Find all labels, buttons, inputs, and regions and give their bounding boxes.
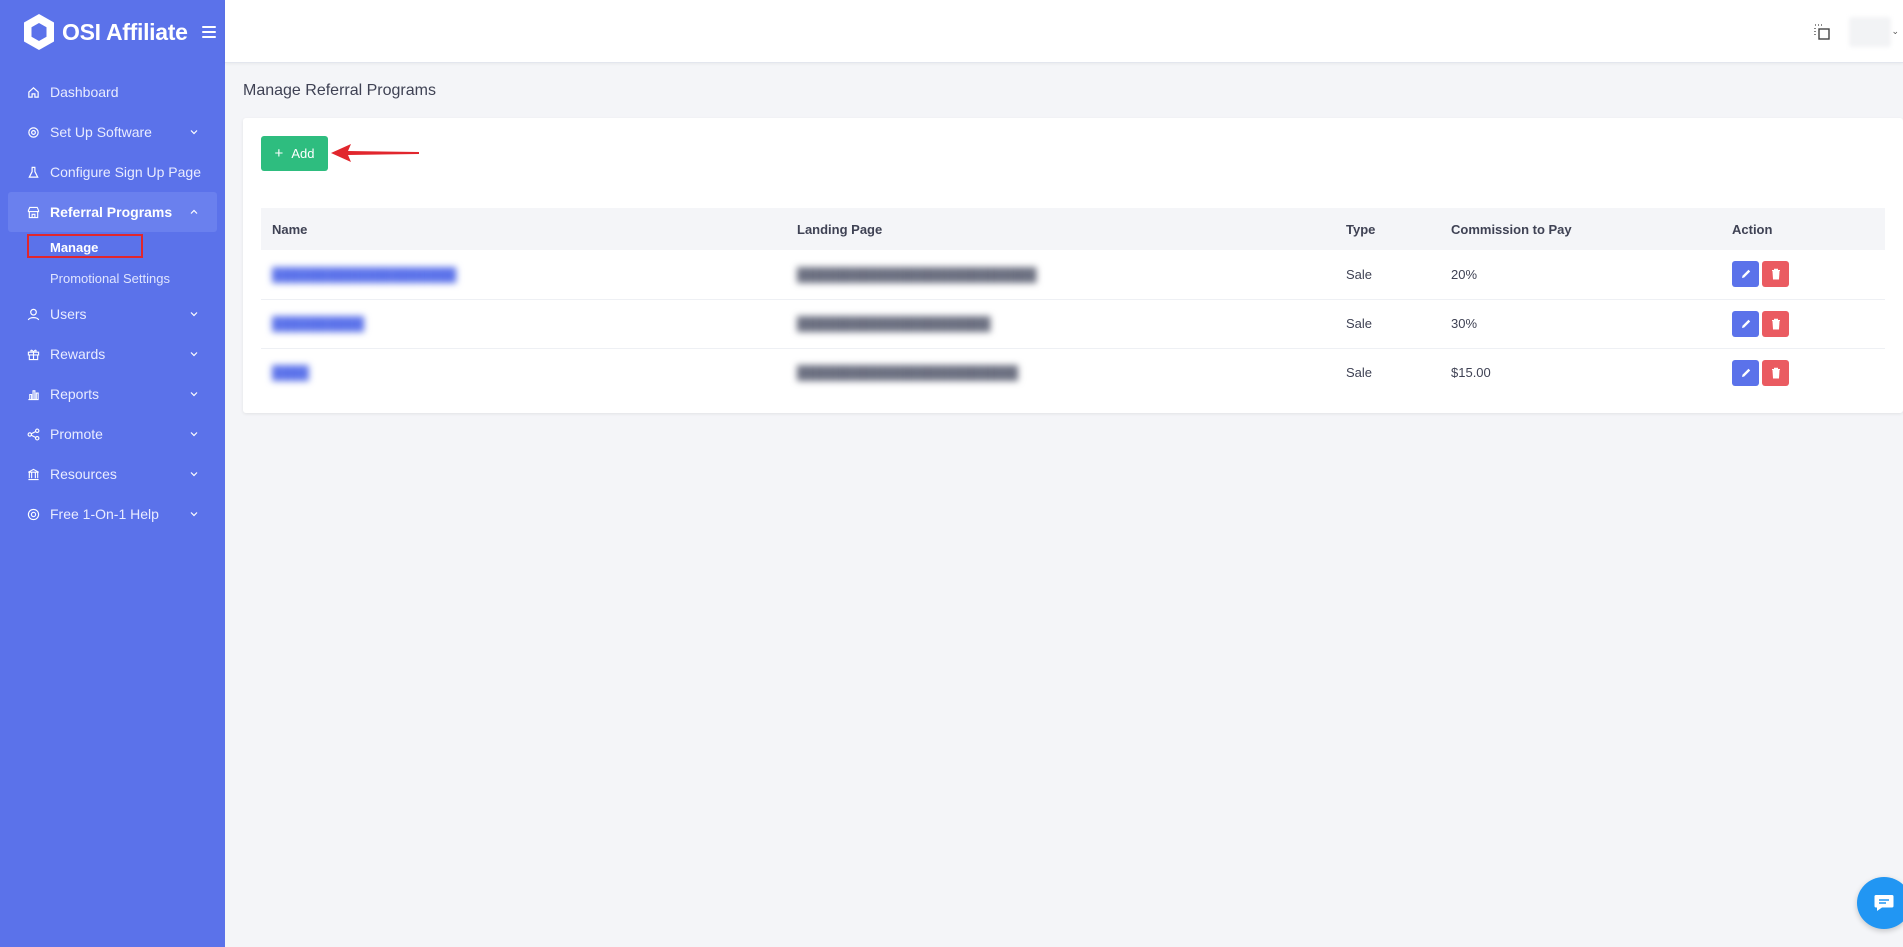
sidebar-item-label: Reports <box>50 386 100 402</box>
app-name: OSI Affiliate <box>62 18 188 45</box>
edit-button[interactable] <box>1732 310 1759 337</box>
pencil-icon <box>1741 319 1750 328</box>
user-icon <box>26 307 40 321</box>
type-cell: Sale <box>1335 250 1440 300</box>
sidebar-item-referral-programs[interactable]: Referral Programs <box>8 192 217 232</box>
chevron-up-icon <box>190 209 198 214</box>
table-row: ████████████████████ ███████████████████… <box>261 250 1885 300</box>
sidebar-item-label: Free 1-On-1 Help <box>50 506 159 522</box>
pencil-icon <box>1741 270 1750 279</box>
programs-card: + Add Name Landing Page Type Commission … <box>243 118 1903 413</box>
caret-down-icon[interactable]: ⌄ <box>1891 26 1899 37</box>
store-icon <box>26 205 40 219</box>
share-icon <box>26 427 40 441</box>
table-row: ████ ████████████████████████ Sale $15.0… <box>261 348 1885 397</box>
referral-programs-subnav: Manage Promotional Settings <box>0 232 225 294</box>
delete-button[interactable] <box>1762 359 1789 386</box>
column-header-commission[interactable]: Commission to Pay <box>1440 208 1721 250</box>
gift-icon <box>26 347 40 361</box>
sidebar: OSI Affiliate Dashboard Set Up Software … <box>0 0 225 947</box>
sidebar-item-promote[interactable]: Promote <box>0 414 225 454</box>
highlight-box <box>27 234 143 258</box>
sidebar-item-label: Configure Sign Up Page <box>50 164 201 180</box>
sidebar-item-dashboard[interactable]: Dashboard <box>0 72 225 112</box>
sidebar-item-label: Users <box>50 306 87 322</box>
home-icon <box>26 85 40 99</box>
column-header-type[interactable]: Type <box>1335 208 1440 250</box>
sidebar-item-resources[interactable]: Resources <box>0 454 225 494</box>
fullscreen-icon[interactable] <box>1813 23 1831 41</box>
bank-icon <box>26 467 40 481</box>
pointer-arrow <box>331 144 419 162</box>
sidebar-item-configure-sign-up-page[interactable]: Configure Sign Up Page <box>0 152 225 192</box>
delete-button[interactable] <box>1762 310 1789 337</box>
landing-page-url: █████████████████████ <box>797 316 991 331</box>
chevron-down-icon <box>190 512 198 517</box>
sidebar-item-set-up-software[interactable]: Set Up Software <box>0 112 225 152</box>
add-program-button[interactable]: + Add <box>261 136 328 171</box>
chat-icon <box>1874 895 1894 911</box>
commission-cell: $15.00 <box>1451 365 1491 381</box>
sidebar-item-users[interactable]: Users <box>0 294 225 334</box>
type-cell: Sale <box>1346 365 1373 381</box>
sidebar-item-label: Rewards <box>50 346 106 362</box>
commission-cell: 30% <box>1440 299 1721 349</box>
bar-chart-icon <box>26 387 40 401</box>
gear-icon <box>26 125 40 139</box>
trash-icon <box>1771 318 1780 329</box>
page-title: Manage Referral Programs <box>243 82 436 99</box>
edit-button[interactable] <box>1732 261 1759 288</box>
sidebar-item-free-help[interactable]: Free 1-On-1 Help <box>0 494 225 534</box>
sidebar-item-label: Promote <box>50 426 103 442</box>
column-header-action: Action <box>1721 208 1885 250</box>
subnav-item-manage[interactable]: Manage <box>27 232 225 263</box>
edit-button[interactable] <box>1732 359 1759 386</box>
sidebar-item-label: Set Up Software <box>50 124 152 140</box>
brand: OSI Affiliate <box>0 0 225 64</box>
chevron-down-icon <box>190 472 198 477</box>
type-cell: Sale <box>1335 299 1440 349</box>
hamburger-menu-icon[interactable] <box>201 26 216 38</box>
chevron-down-icon <box>190 432 198 437</box>
plus-icon: + <box>274 145 284 162</box>
subnav-item-promotional-settings[interactable]: Promotional Settings <box>50 263 225 294</box>
commission-cell: 20% <box>1440 250 1721 300</box>
lifebuoy-icon <box>26 507 40 521</box>
programs-table: Name Landing Page Type Commission to Pay… <box>261 208 1885 397</box>
sidebar-item-label: Referral Programs <box>50 204 173 220</box>
table-row: ██████████ █████████████████████ Sale 30… <box>261 299 1885 349</box>
sidebar-item-label: Dashboard <box>50 84 119 100</box>
subnav-item-label: Promotional Settings <box>50 271 170 286</box>
add-button-label: Add <box>291 146 315 161</box>
program-name-link[interactable]: ████ <box>272 365 309 380</box>
sidebar-nav-lower: Users Rewards Reports Promote Resources … <box>0 294 225 534</box>
topbar: ⌄ <box>225 0 1903 63</box>
landing-page-url: ██████████████████████████ <box>797 266 1037 282</box>
sidebar-item-label: Resources <box>50 466 117 482</box>
table-header-row: Name Landing Page Type Commission to Pay… <box>261 208 1885 250</box>
delete-button[interactable] <box>1762 261 1789 288</box>
chevron-down-icon <box>190 392 198 397</box>
sidebar-item-rewards[interactable]: Rewards <box>0 334 225 374</box>
flask-icon <box>26 165 40 179</box>
chevron-down-icon <box>190 352 198 357</box>
sidebar-item-reports[interactable]: Reports <box>0 374 225 414</box>
logo-icon <box>22 13 56 51</box>
pencil-icon <box>1741 368 1750 377</box>
chevron-down-icon <box>190 130 198 135</box>
user-avatar[interactable] <box>1849 17 1891 47</box>
trash-icon <box>1771 269 1780 280</box>
program-name-link[interactable]: ████████████████████ <box>272 267 456 282</box>
column-header-landing-page[interactable]: Landing Page <box>786 208 1335 250</box>
trash-icon <box>1771 367 1780 379</box>
program-name-link[interactable]: ██████████ <box>272 316 364 331</box>
sidebar-nav: Dashboard Set Up Software Configure Sign… <box>0 72 225 232</box>
column-header-name[interactable]: Name <box>261 208 786 250</box>
main-content: Manage Referral Programs + Add Name Land… <box>225 64 1903 947</box>
landing-page-url: ████████████████████████ <box>797 365 1019 381</box>
chevron-down-icon <box>190 312 198 317</box>
chat-widget-button[interactable] <box>1857 877 1903 929</box>
